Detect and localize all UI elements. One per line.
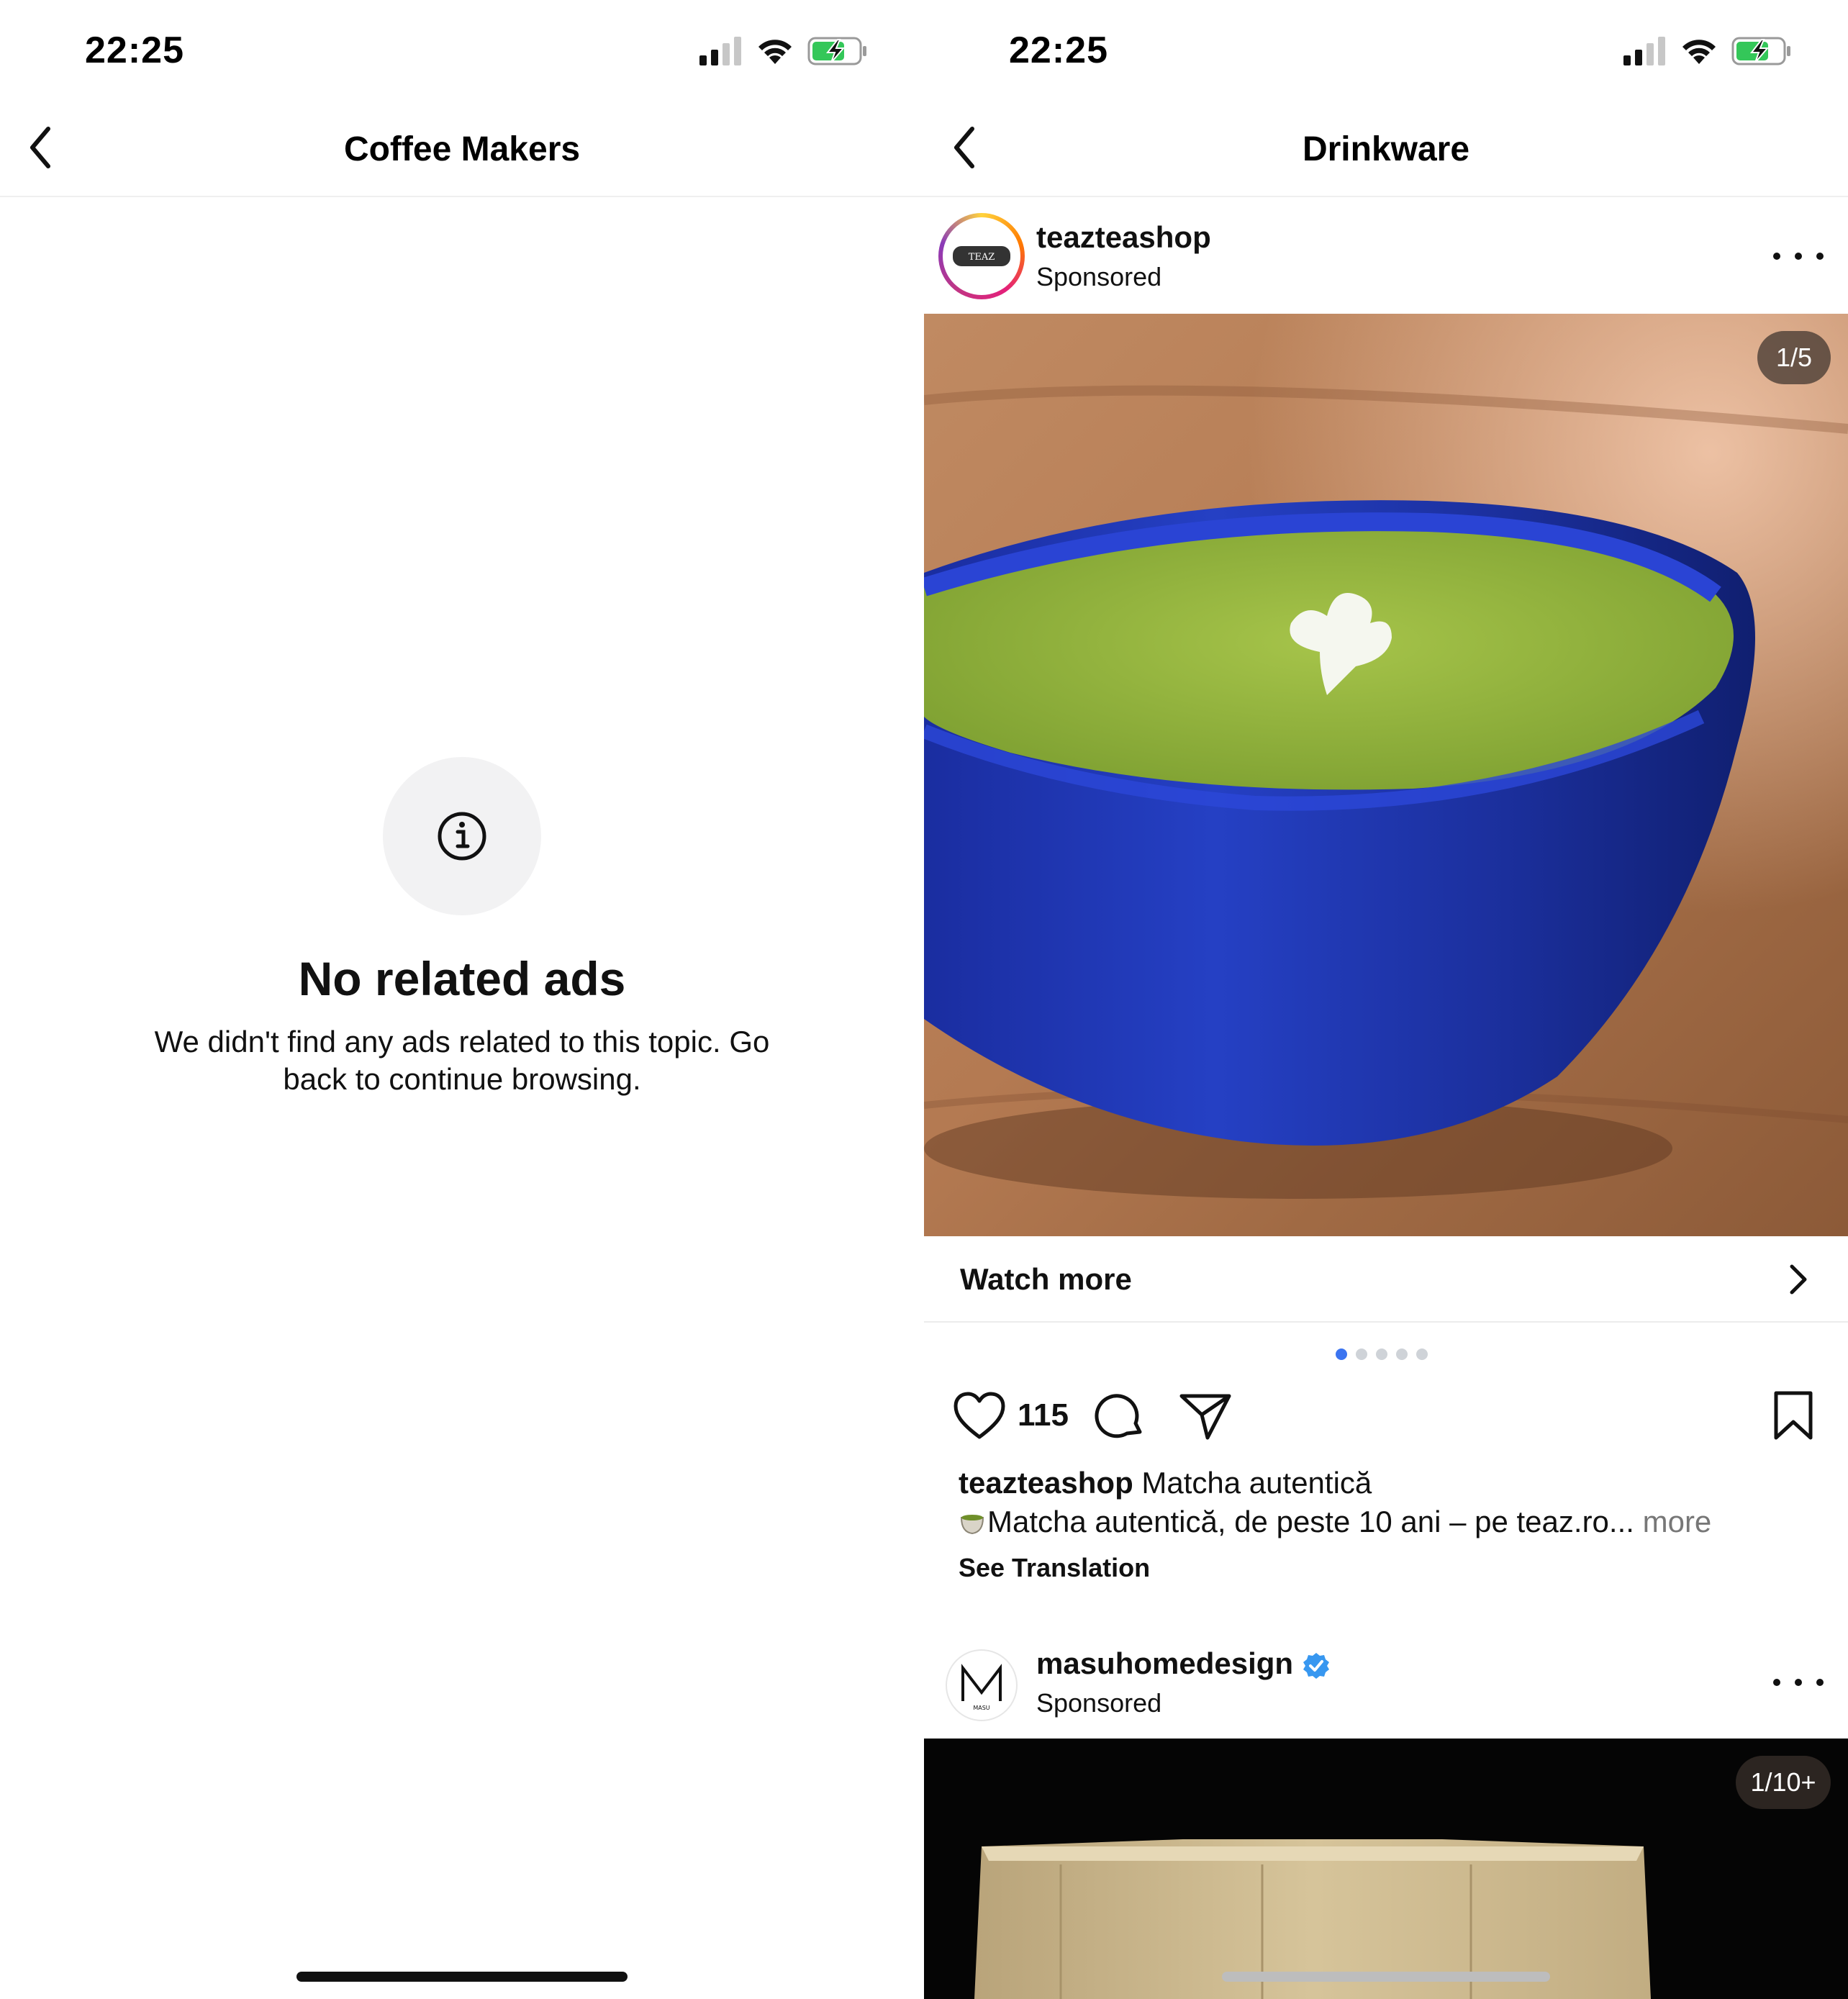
page-title: Drinkware [1302, 130, 1470, 168]
like-count[interactable]: 115 [1018, 1397, 1069, 1433]
dot-icon [1795, 253, 1802, 260]
cellular-signal-icon [1623, 37, 1665, 65]
avatar[interactable]: MASU [946, 1649, 1018, 1721]
verified-badge-icon [1303, 1652, 1330, 1679]
more-options-button[interactable] [1773, 1668, 1824, 1697]
see-translation-link[interactable]: See Translation [959, 1553, 1150, 1583]
matcha-cup-photo [924, 314, 1848, 1236]
teaz-logo: TEAZ [947, 222, 1016, 291]
dot-icon [1773, 1679, 1780, 1686]
heart-icon [954, 1392, 1005, 1439]
dot-icon [1773, 253, 1780, 260]
post-actions: 115 [924, 1387, 1848, 1452]
comment-icon [1095, 1394, 1142, 1438]
avatar[interactable]: TEAZ [938, 213, 1025, 299]
post-caption: teazteashop Matcha autentică Matcha aute… [959, 1464, 1829, 1541]
svg-text:MASU: MASU [973, 1705, 989, 1711]
caption-title: Matcha autentică [1141, 1466, 1372, 1500]
wifi-icon [1682, 40, 1716, 64]
account-name[interactable]: teazteashop [1036, 220, 1211, 255]
carousel-dot [1416, 1348, 1428, 1360]
page-title: Coffee Makers [343, 130, 581, 168]
carousel-dot-active [1336, 1348, 1347, 1360]
status-time: 22:25 [1009, 30, 1108, 71]
share-icon [1179, 1394, 1231, 1440]
dot-icon [1816, 1679, 1824, 1686]
more-options-button[interactable] [1773, 242, 1824, 271]
masu-logo: MASU [961, 1664, 1002, 1711]
dot-icon [1816, 253, 1824, 260]
wooden-block-photo [924, 1739, 1848, 1999]
caption-username[interactable]: teazteashop [959, 1466, 1133, 1500]
comment-button[interactable] [1094, 1387, 1146, 1445]
carousel-dot [1376, 1348, 1387, 1360]
sponsored-label: Sponsored [1036, 1688, 1162, 1718]
cellular-signal-icon [699, 37, 741, 65]
post-media[interactable]: 1/10+ [924, 1739, 1848, 1999]
right-screen: 22:25 Drinkware TEAZ teazteashop Sponsor… [924, 0, 1848, 1999]
left-screen: 22:25 Coffee Makers No related ads We di… [0, 0, 924, 1999]
carousel-dot [1396, 1348, 1408, 1360]
status-icons [699, 35, 868, 68]
status-time: 22:25 [85, 30, 184, 71]
wifi-icon [758, 40, 792, 64]
share-button[interactable] [1179, 1387, 1232, 1445]
teaz-logo-image: TEAZ [953, 246, 1010, 266]
chevron-right-icon [1790, 1264, 1807, 1295]
post-header: TEAZ teazteashop Sponsored [924, 199, 1848, 314]
caption-text: Matcha autentică, de peste 10 ani – pe t… [987, 1505, 1634, 1538]
header-divider [924, 196, 1848, 197]
sponsored-label: Sponsored [1036, 262, 1162, 291]
empty-state-title: No related ads [298, 952, 626, 1005]
save-button[interactable] [1772, 1387, 1815, 1445]
empty-state-description: We didn't find any ads related to this t… [154, 1025, 770, 1096]
account-name[interactable]: masuhomedesign [1036, 1646, 1331, 1681]
bookmark-icon [1774, 1391, 1813, 1440]
header-divider [0, 196, 924, 197]
home-indicator[interactable] [296, 1972, 628, 1982]
info-badge [383, 757, 541, 915]
watch-more-bar[interactable]: Watch more [924, 1236, 1848, 1323]
caption-more-link[interactable]: more [1643, 1505, 1712, 1538]
svg-text:TEAZ: TEAZ [969, 252, 995, 263]
media-counter-badge: 1/5 [1757, 331, 1831, 384]
info-icon [438, 812, 486, 861]
battery-charging-icon [1731, 37, 1790, 65]
like-button[interactable] [953, 1387, 1006, 1445]
status-icons [1623, 35, 1792, 68]
dot-icon [1795, 1679, 1802, 1686]
media-counter-badge: 1/10+ [1736, 1756, 1831, 1809]
post-media[interactable]: 1/5 [924, 314, 1848, 1236]
battery-charging-icon [807, 37, 866, 65]
home-indicator[interactable] [1222, 1972, 1550, 1982]
carousel-indicator [1336, 1348, 1428, 1360]
carousel-dot [1356, 1348, 1367, 1360]
tea-cup-emoji-icon [960, 1515, 984, 1535]
watch-more-label: Watch more [960, 1262, 1132, 1296]
post-header: MASU masuhomedesign Sponsored [924, 1625, 1848, 1740]
